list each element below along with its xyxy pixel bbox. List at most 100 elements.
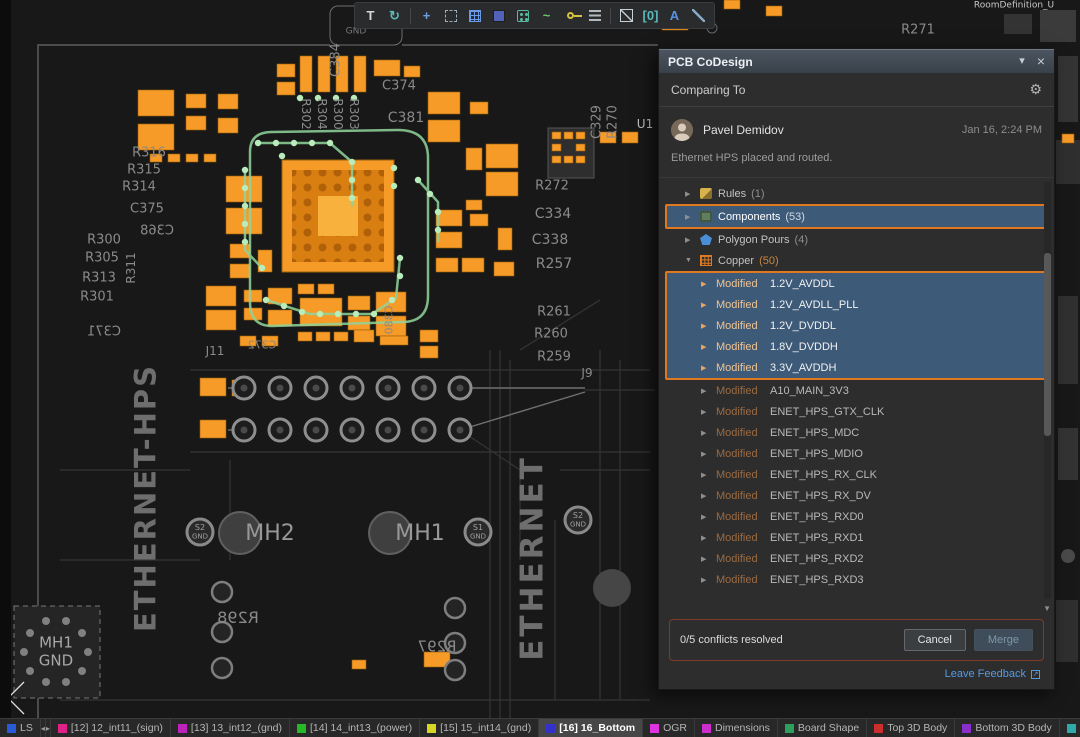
expand-arrow-icon[interactable] [701, 576, 716, 584]
tree-item-modified-net[interactable]: Modified 3.3V_AVDDH [667, 357, 1046, 378]
layer-tab[interactable]: Dimensions [695, 719, 778, 737]
text-tool[interactable]: T [359, 5, 382, 27]
comparing-to-label: Comparing To [671, 83, 1029, 97]
layer-tab[interactable]: Bottom 3D Body [955, 719, 1059, 737]
tree-scrollbar[interactable] [1044, 182, 1051, 599]
toolbar-separator[interactable] [410, 8, 411, 24]
layer-tab-ls[interactable]: LS [0, 719, 41, 737]
comparing-to-bar: Comparing To [659, 73, 1054, 107]
expand-arrow-icon[interactable] [701, 322, 716, 330]
grid-tool[interactable] [463, 5, 486, 27]
tree-item-modified-net[interactable]: Modified ENET_HPS_RX_DV [659, 485, 1054, 506]
selection-box-tool[interactable] [439, 5, 462, 27]
layer-color-swatch [702, 724, 711, 733]
expand-arrow-icon[interactable] [701, 555, 716, 563]
conflicts-status: 0/5 conflicts resolved [680, 634, 896, 646]
tree-item-modified-net[interactable]: Modified A10_MAIN_3V3 [659, 380, 1054, 401]
diagonal-box-tool[interactable] [615, 5, 638, 27]
tree-item-modified-net[interactable]: Modified 1.2V_DVDDL [667, 315, 1046, 336]
expand-arrow-icon[interactable] [701, 408, 716, 416]
avatar [671, 119, 693, 141]
polygon-pours-icon [700, 234, 712, 245]
layer-color-swatch [1067, 724, 1076, 733]
expand-arrow-icon[interactable] [701, 492, 716, 500]
tree-item-modified-net[interactable]: Modified 1.2V_AVDDL [667, 273, 1046, 294]
window-left-edge [0, 0, 11, 737]
tree-item-modified-net[interactable]: Modified ENET_HPS_GTX_CLK [659, 401, 1054, 422]
expand-arrow-icon[interactable] [701, 301, 716, 309]
expand-arrow-icon[interactable] [685, 236, 700, 244]
tree-item-polygon-pours[interactable]: Polygon Pours (4) [659, 229, 1054, 250]
tree-item-modified-net[interactable]: Modified ENET_HPS_RXD0 [659, 506, 1054, 527]
layer-stack-tool[interactable] [583, 5, 606, 27]
rules-icon [700, 188, 712, 199]
key-tool[interactable] [559, 5, 582, 27]
layer-tab[interactable]: Board Shape [778, 719, 867, 737]
panel-close-icon[interactable] [1037, 54, 1045, 69]
layer-tab[interactable]: [13] 13_int12_(gnd) [171, 719, 290, 737]
tree-item-modified-net[interactable]: Modified ENET_HPS_RXD1 [659, 527, 1054, 548]
tree-item-modified-net[interactable]: Modified ENET_HPS_RX_CLK [659, 464, 1054, 485]
copper-icon [700, 255, 712, 266]
tree-item-modified-net[interactable]: Modified ENET_HPS_RXD3 [659, 569, 1054, 590]
panel-dropdown-icon[interactable] [1019, 56, 1025, 67]
layer-color-swatch [427, 724, 436, 733]
layer-tab[interactable]: [16] 16_Bottom [539, 719, 643, 737]
plus-tool[interactable]: + [415, 5, 438, 27]
layer-tab[interactable]: To [1060, 719, 1080, 737]
expand-arrow-icon[interactable] [701, 387, 716, 395]
annotate-text-tool[interactable]: A [663, 5, 686, 27]
tree-item-modified-net[interactable]: Modified 1.8V_DVDDH [667, 336, 1046, 357]
wave-tool[interactable]: ~ [535, 5, 558, 27]
layer-tab[interactable]: Top 3D Body [867, 719, 955, 737]
expand-arrow-icon[interactable] [701, 513, 716, 521]
expand-arrow-icon[interactable] [685, 190, 700, 198]
scrollbar-thumb[interactable] [1044, 253, 1051, 436]
tree-item-modified-net[interactable]: Modified ENET_HPS_RXD2 [659, 548, 1054, 569]
expand-arrow-icon[interactable] [701, 534, 716, 542]
layer-tab[interactable]: OGR [643, 719, 695, 737]
toolbar-separator[interactable] [610, 8, 611, 24]
arc-rotate-tool[interactable]: ↻ [383, 5, 406, 27]
collapse-arrow-icon[interactable] [685, 257, 700, 264]
tree-item-modified-net[interactable]: Modified ENET_HPS_MDC [659, 422, 1054, 443]
tree-item-components[interactable]: Components (53) [665, 204, 1048, 229]
expand-arrow-icon[interactable] [701, 429, 716, 437]
drawing-toolbar: T ↻ + ~ [0] A [354, 2, 715, 29]
scroll-down-icon[interactable] [1043, 604, 1051, 613]
layer-color-swatch [178, 724, 187, 733]
changes-tree: Rules (1) Components (53) Polygon Pours … [659, 178, 1054, 615]
expand-arrow-icon[interactable] [701, 450, 716, 458]
tree-item-modified-net[interactable]: Modified ENET_HPS_MDIO [659, 443, 1054, 464]
expand-arrow-icon[interactable] [701, 364, 716, 372]
layer-color-swatch [874, 724, 883, 733]
layer-tab[interactable]: [12] 12_int11_(sign) [51, 719, 171, 737]
layer-tab[interactable]: [15] 15_int14_(gnd) [420, 719, 539, 737]
selected-copper-changes: Modified 1.2V_AVDDL Modified 1.2V_AVDLL_… [665, 271, 1048, 380]
commit-message: Ethernet HPS placed and routed. [659, 143, 1054, 178]
layer-color-swatch [962, 724, 971, 733]
pcb-codesign-panel: PCB CoDesign Comparing To Pavel Demidov … [658, 48, 1055, 690]
panel-header[interactable]: PCB CoDesign [659, 49, 1054, 73]
layer-color-swatch [650, 724, 659, 733]
line-draw-tool[interactable] [687, 5, 710, 27]
expand-arrow-icon[interactable] [701, 471, 716, 479]
layer-color-swatch [297, 724, 306, 733]
settings-gear-icon[interactable] [1029, 81, 1042, 98]
filled-grid-tool[interactable] [487, 5, 510, 27]
layer-tab[interactable]: [14] 14_int13_(power) [290, 719, 420, 737]
tree-item-copper[interactable]: Copper (50) [659, 250, 1054, 271]
expand-arrow-icon[interactable] [685, 213, 700, 221]
cancel-button[interactable]: Cancel [904, 629, 966, 651]
author-name: Pavel Demidov [703, 123, 962, 137]
merge-button[interactable]: Merge [974, 629, 1033, 651]
expand-arrow-icon[interactable] [701, 280, 716, 288]
expand-arrow-icon[interactable] [701, 343, 716, 351]
pin-array-tool[interactable] [511, 5, 534, 27]
commit-author-row: Pavel Demidov Jan 16, 2:24 PM [659, 107, 1054, 143]
leave-feedback-link[interactable]: Leave Feedback [659, 665, 1054, 689]
measure-tool[interactable]: [0] [639, 5, 662, 27]
tree-item-modified-net[interactable]: Modified 1.2V_AVDLL_PLL [667, 294, 1046, 315]
tree-item-rules[interactable]: Rules (1) [659, 183, 1054, 204]
layer-tabs: [12] 12_int11_(sign) [13] 13_int12_(gnd)… [51, 719, 1080, 737]
